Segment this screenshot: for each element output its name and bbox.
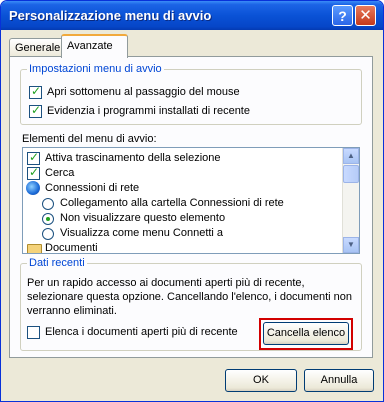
list-item[interactable]: Visualizza come menu Connetti a [60, 227, 223, 239]
list-item: Documenti [45, 242, 98, 254]
network-icon [26, 181, 40, 195]
cancel-button[interactable]: Annulla [304, 369, 374, 392]
search-checkbox[interactable] [27, 165, 40, 180]
list-item: Connessioni di rete [45, 182, 140, 194]
highlight-new-programs-checkbox[interactable] [29, 103, 42, 118]
list-item[interactable]: Attiva trascinamento della selezione [45, 152, 220, 164]
tab-panel: Impostazioni menu di avvio Apri sottomen… [9, 56, 373, 358]
list-item[interactable]: Cerca [45, 167, 74, 179]
title-bar[interactable]: Personalizzazione menu di avvio ? ✕ [1, 1, 383, 30]
start-menu-settings-group: Impostazioni menu di avvio Apri sottomen… [20, 63, 362, 125]
scroll-up-button[interactable]: ▲ [343, 148, 359, 164]
dialog-window: Personalizzazione menu di avvio ? ✕ Gene… [0, 0, 384, 402]
tab-avanzate[interactable]: Avanzate [61, 34, 128, 58]
list-item[interactable]: Non visualizzare questo elemento [60, 212, 225, 224]
radio-show-as-menu[interactable] [42, 228, 54, 240]
open-submenus-label[interactable]: Apri sottomenu al passaggio del mouse [47, 86, 240, 98]
list-scrollbar[interactable]: ▲ ▼ [342, 148, 359, 253]
clear-list-button[interactable]: Cancella elenco [263, 322, 349, 345]
tab-generale[interactable]: Generale [9, 38, 67, 57]
list-item[interactable]: Collegamento alla cartella Connessioni d… [60, 197, 284, 209]
radio-link-folder[interactable] [42, 198, 54, 210]
help-button[interactable]: ? [332, 5, 353, 26]
list-recent-docs-checkbox[interactable] [27, 326, 40, 339]
highlight-new-programs-label[interactable]: Evidenzia i programmi installati di rece… [47, 105, 250, 117]
open-submenus-checkbox[interactable] [29, 84, 42, 99]
ok-button[interactable]: OK [225, 369, 297, 392]
drag-drop-checkbox[interactable] [27, 150, 40, 165]
documents-folder-icon [27, 244, 42, 253]
radio-hide-item[interactable] [42, 213, 54, 225]
close-button[interactable]: ✕ [355, 5, 376, 26]
recent-docs-description: Per un rapido accesso ai documenti apert… [27, 277, 352, 317]
scroll-thumb[interactable] [343, 165, 359, 183]
group-title: Dati recenti [27, 257, 87, 269]
window-title: Personalizzazione menu di avvio [9, 8, 212, 23]
start-menu-items-list[interactable]: Attiva trascinamento della selezione Cer… [22, 147, 360, 254]
group-title: Impostazioni menu di avvio [27, 63, 164, 75]
start-menu-items-label: Elementi del menu di avvio: [22, 133, 157, 145]
list-recent-docs-label[interactable]: Elenca i documenti aperti più di recente [45, 326, 238, 338]
scroll-down-button[interactable]: ▼ [343, 237, 359, 253]
